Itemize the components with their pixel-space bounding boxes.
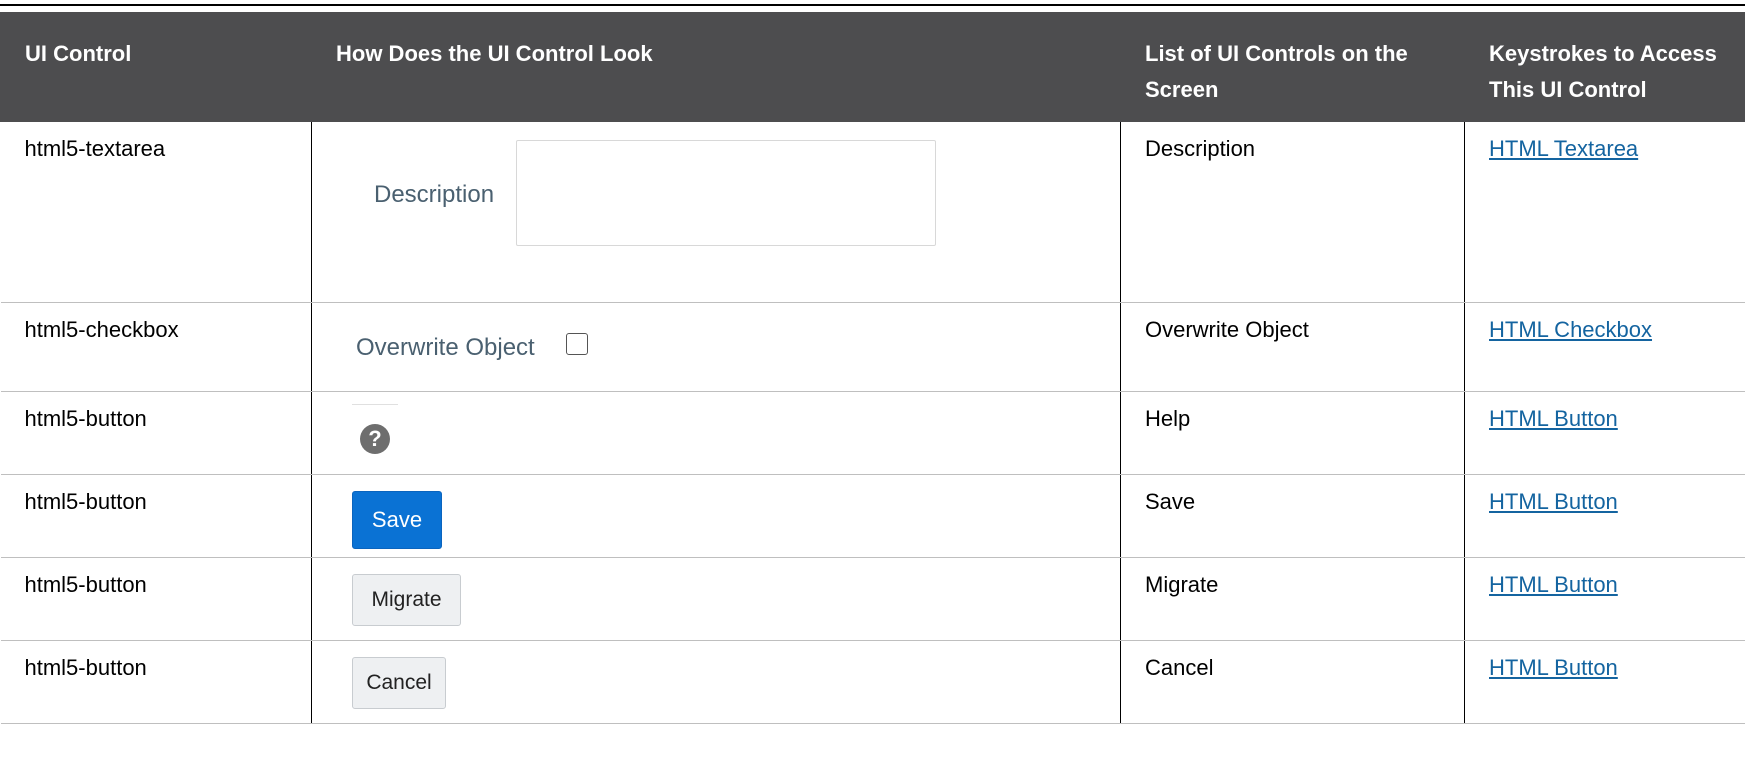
keystroke-link[interactable]: HTML Button (1489, 572, 1618, 597)
control-name: html5-button (0, 474, 312, 558)
control-list: Description (1120, 121, 1465, 303)
table-row: html5-checkbox Overwrite Object Overwrit… (0, 302, 1745, 392)
description-label: Description (374, 181, 495, 208)
control-name: html5-button (0, 640, 312, 724)
description-textarea[interactable] (516, 140, 936, 246)
control-look: Overwrite Object (311, 302, 1121, 392)
keystroke-cell: HTML Button (1464, 391, 1745, 475)
header-row: UI Control How Does the UI Control Look … (0, 12, 1745, 122)
table-row: html5-button Migrate Migrate HTML Button (0, 557, 1745, 641)
control-list: Save (1120, 474, 1465, 558)
keystroke-link[interactable]: HTML Checkbox (1489, 317, 1652, 342)
control-list: Migrate (1120, 557, 1465, 641)
keystroke-link[interactable]: HTML Button (1489, 406, 1618, 431)
control-name: html5-checkbox (0, 302, 312, 392)
overwrite-object-label: Overwrite Object (356, 334, 535, 361)
control-look: Description (311, 121, 1121, 303)
table-row: html5-textarea Description Description H… (0, 121, 1745, 303)
control-list: Overwrite Object (1120, 302, 1465, 392)
keystroke-cell: HTML Textarea (1464, 121, 1745, 303)
control-look: Migrate (311, 557, 1121, 641)
control-list: Help (1120, 391, 1465, 475)
control-look: ? (311, 391, 1121, 475)
control-look: Save (311, 474, 1121, 558)
header-keystrokes: Keystrokes to Access This UI Control (1464, 12, 1745, 122)
top-rule (0, 4, 1745, 6)
save-button[interactable]: Save (352, 491, 442, 549)
migrate-button[interactable]: Migrate (352, 574, 461, 626)
help-icon[interactable]: ? (360, 424, 390, 454)
keystroke-link[interactable]: HTML Button (1489, 655, 1618, 680)
keystroke-cell: HTML Button (1464, 640, 1745, 724)
keystroke-cell: HTML Button (1464, 557, 1745, 641)
ui-controls-table: UI Control How Does the UI Control Look … (0, 12, 1745, 724)
control-name: html5-button (0, 557, 312, 641)
header-ui-control: UI Control (0, 12, 312, 122)
cancel-button[interactable]: Cancel (352, 657, 446, 709)
keystroke-link[interactable]: HTML Button (1489, 489, 1618, 514)
control-list: Cancel (1120, 640, 1465, 724)
table-row: html5-button Cancel Cancel HTML Button (0, 640, 1745, 724)
control-name: html5-button (0, 391, 312, 475)
control-look: Cancel (311, 640, 1121, 724)
header-list: List of UI Controls on the Screen (1120, 12, 1465, 122)
overwrite-object-checkbox[interactable] (566, 333, 588, 355)
table-row: html5-button ? Help HTML Button (0, 391, 1745, 475)
header-look: How Does the UI Control Look (311, 12, 1121, 122)
table-row: html5-button Save Save HTML Button (0, 474, 1745, 558)
keystroke-cell: HTML Checkbox (1464, 302, 1745, 392)
control-name: html5-textarea (0, 121, 312, 303)
divider (352, 404, 398, 405)
keystroke-cell: HTML Button (1464, 474, 1745, 558)
keystroke-link[interactable]: HTML Textarea (1489, 136, 1638, 161)
